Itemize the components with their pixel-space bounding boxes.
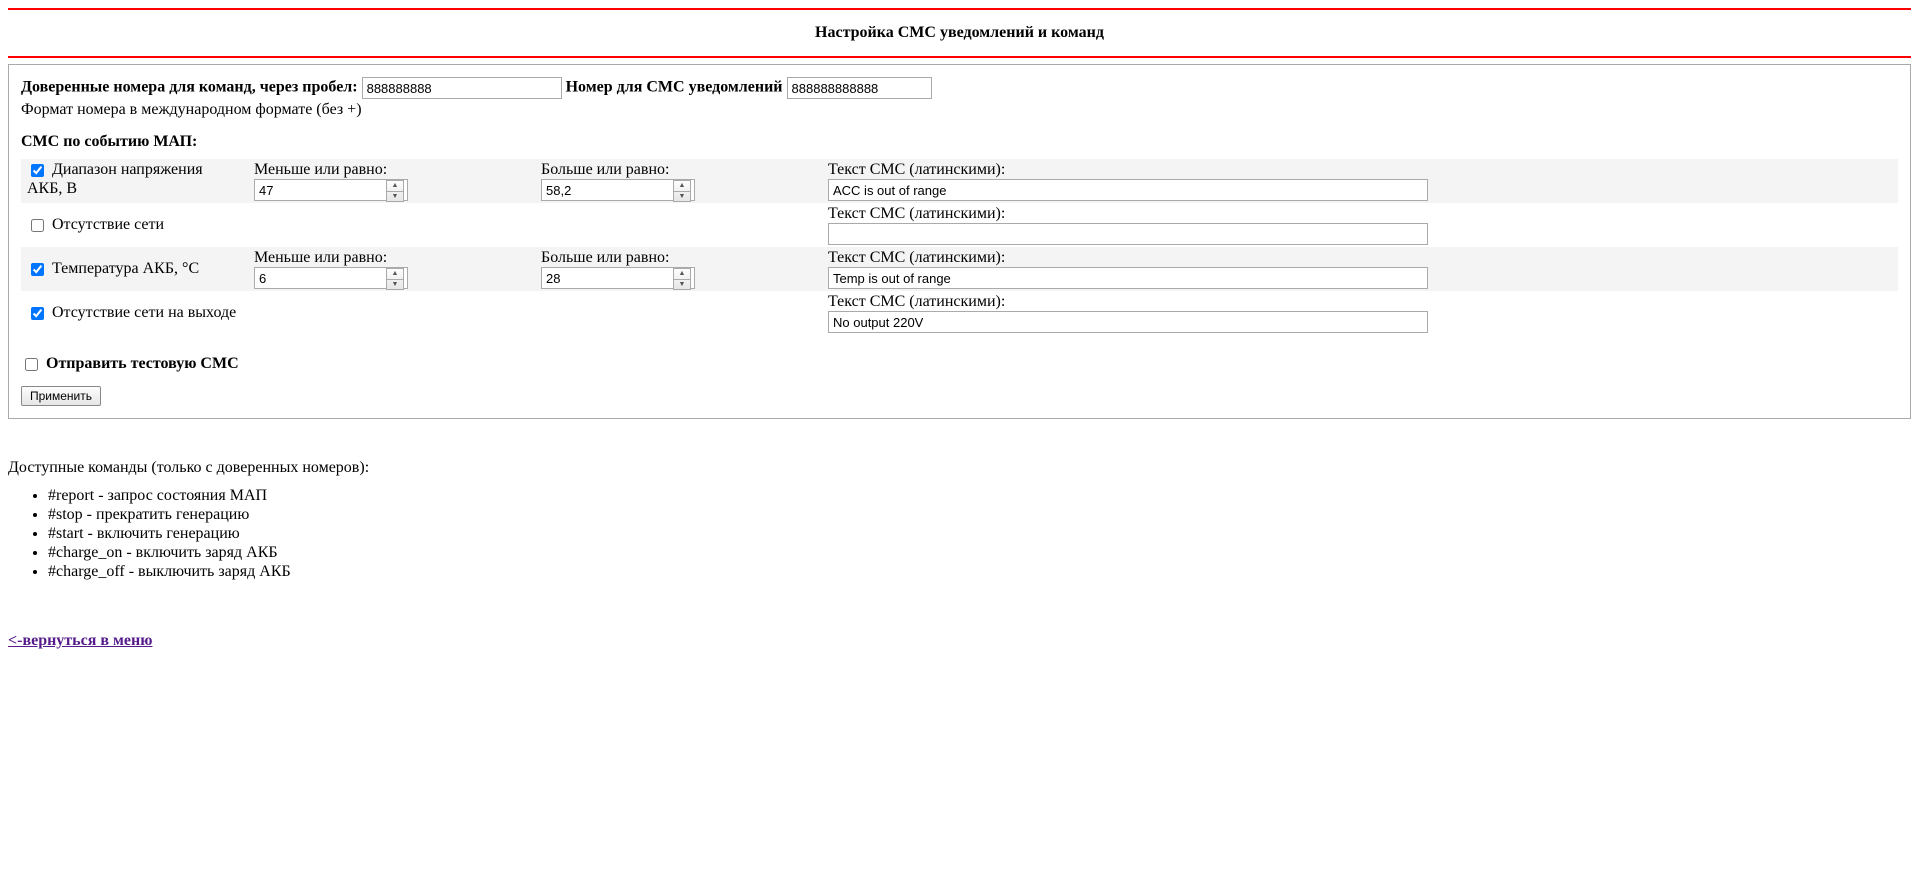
spinner-buttons[interactable]: ▲▼ xyxy=(673,268,691,290)
temperature-sms-input[interactable] xyxy=(828,267,1428,289)
list-item: #report - запрос состояния МАП xyxy=(48,487,1911,505)
title-divider xyxy=(8,56,1911,58)
trusted-numbers-label: Доверенные номера для команд, через проб… xyxy=(21,79,358,96)
no-network-checkbox[interactable] xyxy=(31,219,44,232)
format-note: Формат номера в международном формате (б… xyxy=(21,101,1898,119)
notify-number-input[interactable] xyxy=(787,77,932,99)
spinner-buttons[interactable]: ▲▼ xyxy=(386,268,404,290)
numbers-row: Доверенные номера для команд, через проб… xyxy=(21,77,1898,99)
temperature-ge-input[interactable] xyxy=(541,267,695,289)
table-row: Диапазон напряжения АКБ, В Меньше или ра… xyxy=(21,159,1898,203)
chevron-up-icon[interactable]: ▲ xyxy=(674,269,690,280)
sms-label: Текст СМС (латинскими): xyxy=(828,161,1892,179)
spinner-buttons[interactable]: ▲▼ xyxy=(673,180,691,202)
le-label: Меньше или равно: xyxy=(254,249,529,267)
chevron-down-icon[interactable]: ▼ xyxy=(674,192,690,202)
spinner-buttons[interactable]: ▲▼ xyxy=(386,180,404,202)
commands-section: Доступные команды (только с доверенных н… xyxy=(8,459,1911,581)
settings-panel: Доверенные номера для команд, через проб… xyxy=(8,64,1911,419)
apply-button[interactable]: Применить xyxy=(21,386,101,406)
voltage-le-input[interactable] xyxy=(254,179,408,201)
table-row: Температура АКБ, °C Меньше или равно: ▲▼… xyxy=(21,247,1898,291)
chevron-up-icon[interactable]: ▲ xyxy=(387,269,403,280)
le-label: Меньше или равно: xyxy=(254,161,529,179)
row-label: Отсутствие сети xyxy=(52,216,164,233)
sms-label: Текст СМС (латинскими): xyxy=(828,205,1892,223)
list-item: #start - включить генерацию xyxy=(48,525,1911,543)
table-row: Отсутствие сети Текст СМС (латинскими): xyxy=(21,203,1898,247)
chevron-down-icon[interactable]: ▼ xyxy=(674,280,690,290)
test-sms-checkbox[interactable] xyxy=(25,358,38,371)
row-label: Температура АКБ, °C xyxy=(52,260,199,277)
list-item: #charge_off - выключить заряд АКБ xyxy=(48,563,1911,581)
sms-label: Текст СМС (латинскими): xyxy=(828,293,1892,311)
commands-header: Доступные команды (только с доверенных н… xyxy=(8,459,1911,477)
no-output-checkbox[interactable] xyxy=(31,307,44,320)
list-item: #stop - прекратить генерацию xyxy=(48,506,1911,524)
voltage-range-checkbox[interactable] xyxy=(31,164,44,177)
list-item: #charge_on - включить заряд АКБ xyxy=(48,544,1911,562)
commands-list: #report - запрос состояния МАП #stop - п… xyxy=(8,487,1911,581)
temperature-le-input[interactable] xyxy=(254,267,408,289)
chevron-down-icon[interactable]: ▼ xyxy=(387,192,403,202)
voltage-ge-input[interactable] xyxy=(541,179,695,201)
row-label: Диапазон напряжения АКБ, В xyxy=(27,161,203,197)
chevron-up-icon[interactable]: ▲ xyxy=(674,181,690,192)
events-header: СМС по событию МАП: xyxy=(21,133,1898,151)
temperature-checkbox[interactable] xyxy=(31,263,44,276)
trusted-numbers-input[interactable] xyxy=(362,77,562,99)
notify-number-label: Номер для СМС уведомлений xyxy=(566,79,783,96)
events-table: Диапазон напряжения АКБ, В Меньше или ра… xyxy=(21,159,1898,335)
no-network-sms-input[interactable] xyxy=(828,223,1428,245)
chevron-down-icon[interactable]: ▼ xyxy=(387,280,403,290)
back-link[interactable]: <-вернуться в меню xyxy=(8,632,152,650)
row-label: Отсутствие сети на выходе xyxy=(52,304,236,321)
ge-label: Больше или равно: xyxy=(541,161,816,179)
sms-label: Текст СМС (латинскими): xyxy=(828,249,1892,267)
page-title: Настройка СМС уведомлений и команд xyxy=(8,24,1911,42)
table-row: Отсутствие сети на выходе Текст СМС (лат… xyxy=(21,291,1898,335)
ge-label: Больше или равно: xyxy=(541,249,816,267)
top-divider xyxy=(8,8,1911,10)
chevron-up-icon[interactable]: ▲ xyxy=(387,181,403,192)
no-output-sms-input[interactable] xyxy=(828,311,1428,333)
test-sms-label: Отправить тестовую СМС xyxy=(46,355,239,372)
voltage-sms-input[interactable] xyxy=(828,179,1428,201)
